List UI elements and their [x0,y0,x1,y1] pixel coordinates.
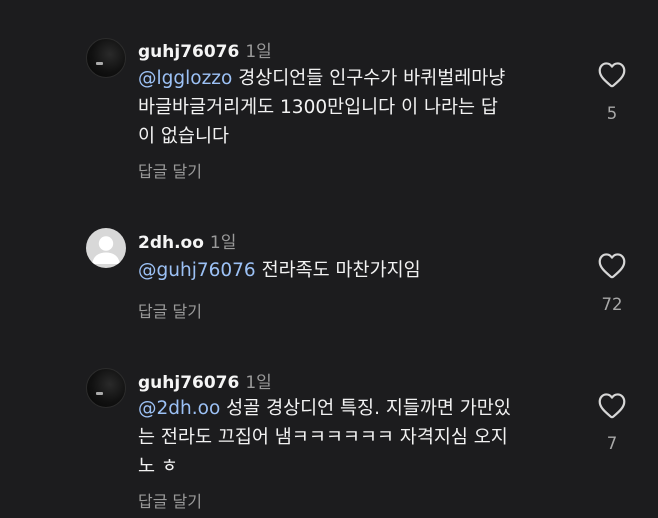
avatar[interactable] [86,228,126,268]
default-person-icon [92,236,120,264]
reply-button[interactable]: 답글 달기 [138,158,202,182]
heart-outline-icon [598,253,626,279]
avatar[interactable] [86,368,126,408]
avatar[interactable] [86,38,126,78]
comment-body: @lgglozzo 경상디언들 인구수가 바퀴벌레마냥 바글바글거리게도 130… [138,64,578,151]
comment-username[interactable]: guhj76076 [138,42,239,62]
comment-meta: 2dh.oo 1일 [138,228,236,253]
comment-body: @guhj76076 전라족도 마찬가지임 [138,256,578,285]
heart-outline-icon [598,62,626,88]
reply-button[interactable]: 답글 달기 [138,488,202,512]
comment-meta: guhj76076 1일 [138,368,272,393]
comment-mention[interactable]: @lgglozzo [138,68,232,89]
comment-body: @2dh.oo 성골 경상디언 특징. 지들까면 가만있 는 전라도 끄집어 냄… [138,394,578,481]
comment-mention[interactable]: @2dh.oo [138,398,220,419]
like-count: 7 [606,434,618,453]
like-button[interactable] [597,392,627,419]
heart-outline-icon [598,393,626,419]
like-count: 5 [606,104,618,123]
comment-time: 1일 [245,373,272,393]
comment-mention[interactable]: @guhj76076 [138,260,256,281]
comment-text: 전라족도 마찬가지임 [255,260,421,281]
comment-username[interactable]: 2dh.oo [138,233,204,253]
like-button[interactable] [597,61,627,88]
comment-username[interactable]: guhj76076 [138,373,239,393]
comment-meta: guhj76076 1일 [138,37,272,62]
reply-button[interactable]: 답글 달기 [138,298,202,322]
comment-time: 1일 [209,233,237,253]
like-count: 72 [601,295,623,314]
like-button[interactable] [597,252,627,279]
comment-time: 1일 [245,42,272,62]
